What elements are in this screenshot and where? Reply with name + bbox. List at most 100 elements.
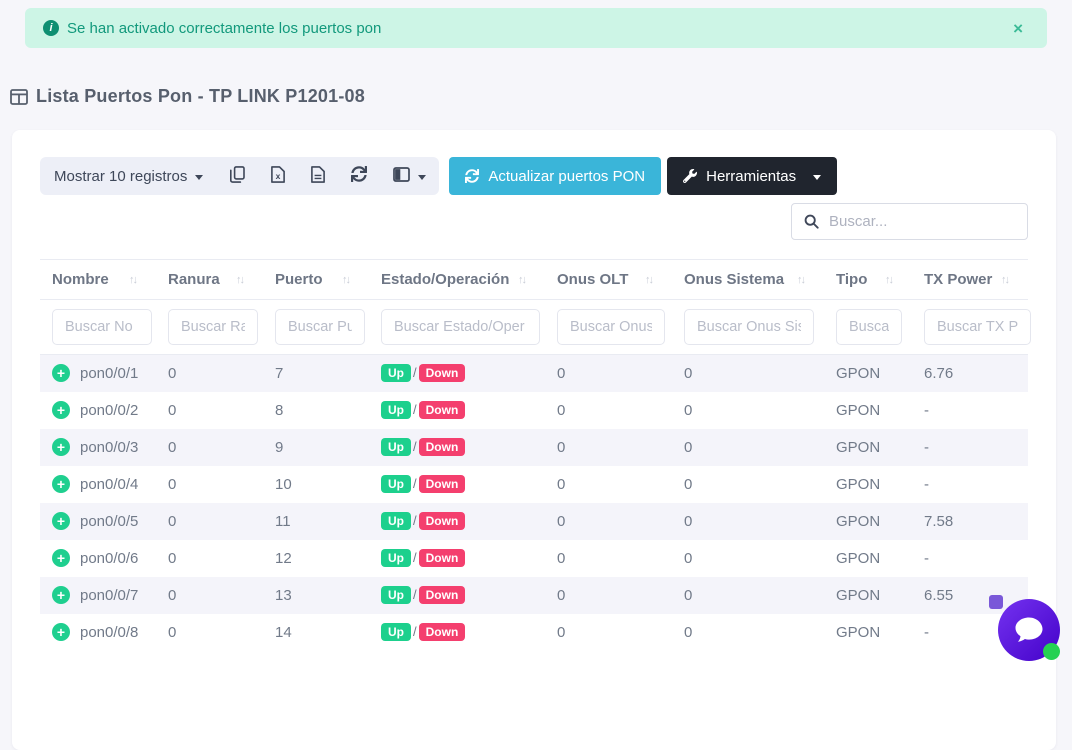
column-filter-input-onus_olt[interactable] <box>557 309 665 345</box>
cell-onus-olt: 0 <box>545 429 672 466</box>
column-header-puerto[interactable]: Puerto ↑↓ <box>263 260 369 300</box>
column-label: Puerto <box>275 271 323 288</box>
column-label: Onus Sistema <box>684 271 784 288</box>
column-header-tipo[interactable]: Tipo↑↓ <box>824 260 912 300</box>
status-up-badge: Up <box>381 475 411 493</box>
wrench-icon <box>683 169 697 183</box>
cell-estado: Up/Down <box>369 429 545 466</box>
info-icon: i <box>43 20 59 36</box>
export-excel-button[interactable]: x <box>258 157 298 195</box>
cell-onus-sistema: 0 <box>672 503 824 540</box>
cell-puerto: 11 <box>263 503 369 540</box>
pon-ports-card: Mostrar 10 registros x <box>12 130 1056 750</box>
sort-icon: ↑↓ <box>342 274 363 286</box>
status-separator: / <box>413 587 417 602</box>
port-name: pon0/0/3 <box>80 439 138 456</box>
cell-onus-olt: 0 <box>545 503 672 540</box>
online-status-dot <box>1043 643 1060 660</box>
cell-estado: Up/Down <box>369 540 545 577</box>
chat-widget-button[interactable] <box>998 599 1060 661</box>
cell-nombre: + pon0/0/3 <box>40 429 156 466</box>
search-input[interactable] <box>829 213 1028 230</box>
status-up-badge: Up <box>381 586 411 604</box>
reload-icon <box>351 166 367 186</box>
cell-puerto: 8 <box>263 392 369 429</box>
cell-nombre: +pon0/0/8 <box>40 614 156 651</box>
chevron-down-icon <box>418 175 426 180</box>
export-file-icon <box>311 166 325 187</box>
column-filter-input-nombre[interactable] <box>52 309 152 345</box>
port-name: pon0/0/6 <box>80 550 138 567</box>
cell-onus-sistema: 0 <box>672 614 824 651</box>
status-down-badge: Down <box>419 438 466 456</box>
column-visibility-icon <box>393 167 410 186</box>
column-filter-input-tx_power[interactable] <box>924 309 1031 345</box>
table-toolbar: Mostrar 10 registros x <box>40 157 1028 195</box>
status-down-badge: Down <box>419 512 466 530</box>
cell-onus-olt: 0 <box>545 392 672 429</box>
column-header-estado[interactable]: Estado/Operación↑↓ <box>369 260 545 300</box>
cell-nombre: +pon0/0/5 <box>40 503 156 540</box>
status-up-badge: Up <box>381 364 411 382</box>
cell-ranura: 0 <box>156 577 263 614</box>
cell-tipo: GPON <box>824 503 912 540</box>
column-filter-input-onus_sistema[interactable] <box>684 309 814 345</box>
cell-tx-power: 6.76 <box>912 355 1028 392</box>
cell-tx-power: - <box>912 392 1028 429</box>
table-row: +pon0/0/6012Up/Down00GPON- <box>40 540 1028 577</box>
cell-onus-sistema: 0 <box>672 429 824 466</box>
refresh-pon-ports-button[interactable]: Actualizar puertos PON <box>449 157 661 195</box>
table-row: +pon0/0/4010Up/Down00GPON- <box>40 466 1028 503</box>
cell-puerto: 12 <box>263 540 369 577</box>
sort-icon: ↑↓ <box>236 274 257 286</box>
export-file-button[interactable] <box>298 157 338 195</box>
reload-table-button[interactable] <box>338 157 380 195</box>
column-header-onus_olt[interactable]: Onus OLT↑↓ <box>545 260 672 300</box>
column-filter-input-tipo[interactable] <box>836 309 902 345</box>
expand-row-plus-icon[interactable]: + <box>52 364 70 382</box>
expand-row-plus-icon[interactable]: + <box>52 401 70 419</box>
expand-row-plus-icon[interactable]: + <box>52 438 70 456</box>
alert-message: Se han activado correctamente los puerto… <box>67 20 381 37</box>
cell-onus-olt: 0 <box>545 540 672 577</box>
status-up-badge: Up <box>381 623 411 641</box>
page-header: Lista Puertos Pon - TP LINK P1201-08 <box>10 86 365 107</box>
cell-ranura: 0 <box>156 355 263 392</box>
column-header-nombre[interactable]: Nombre↑↓ <box>40 260 156 300</box>
cell-estado: Up/Down <box>369 466 545 503</box>
cell-nombre: + pon0/0/1 <box>40 355 156 392</box>
cell-ranura: 0 <box>156 429 263 466</box>
alert-close-button[interactable]: × <box>1007 18 1029 39</box>
expand-row-plus-icon[interactable]: + <box>52 512 70 530</box>
cell-estado: Up/Down <box>369 355 545 392</box>
copy-button[interactable] <box>217 157 258 195</box>
cell-onus-olt: 0 <box>545 577 672 614</box>
chevron-down-icon <box>813 175 821 180</box>
page-title: Lista Puertos Pon - TP LINK P1201-08 <box>36 86 365 107</box>
cell-nombre: +pon0/0/4 <box>40 466 156 503</box>
column-header-ranura[interactable]: Ranura↑↓ <box>156 260 263 300</box>
port-name: pon0/0/1 <box>80 365 138 382</box>
tools-dropdown-button[interactable]: Herramientas <box>667 157 837 195</box>
column-header-onus_sistema[interactable]: Onus Sistema↑↓ <box>672 260 824 300</box>
status-down-badge: Down <box>419 623 466 641</box>
cell-puerto: 10 <box>263 466 369 503</box>
cell-tipo: GPON <box>824 466 912 503</box>
table-icon <box>10 89 28 105</box>
column-header-tx_power[interactable]: TX Power↑↓ <box>912 260 1028 300</box>
expand-row-plus-icon[interactable]: + <box>52 623 70 641</box>
column-visibility-button[interactable] <box>380 157 439 195</box>
cell-ranura: 0 <box>156 392 263 429</box>
column-filter-input-puerto[interactable] <box>275 309 365 345</box>
cell-onus-sistema: 0 <box>672 577 824 614</box>
success-alert: i Se han activado correctamente los puer… <box>25 8 1047 48</box>
expand-row-plus-icon[interactable]: + <box>52 475 70 493</box>
column-filter-input-ranura[interactable] <box>168 309 258 345</box>
status-separator: / <box>413 513 417 528</box>
expand-row-plus-icon[interactable]: + <box>52 549 70 567</box>
expand-row-plus-icon[interactable]: + <box>52 586 70 604</box>
column-filter-input-estado[interactable] <box>381 309 540 345</box>
port-name: pon0/0/2 <box>80 402 138 419</box>
status-up-badge: Up <box>381 401 411 419</box>
show-records-dropdown[interactable]: Mostrar 10 registros <box>40 157 217 195</box>
